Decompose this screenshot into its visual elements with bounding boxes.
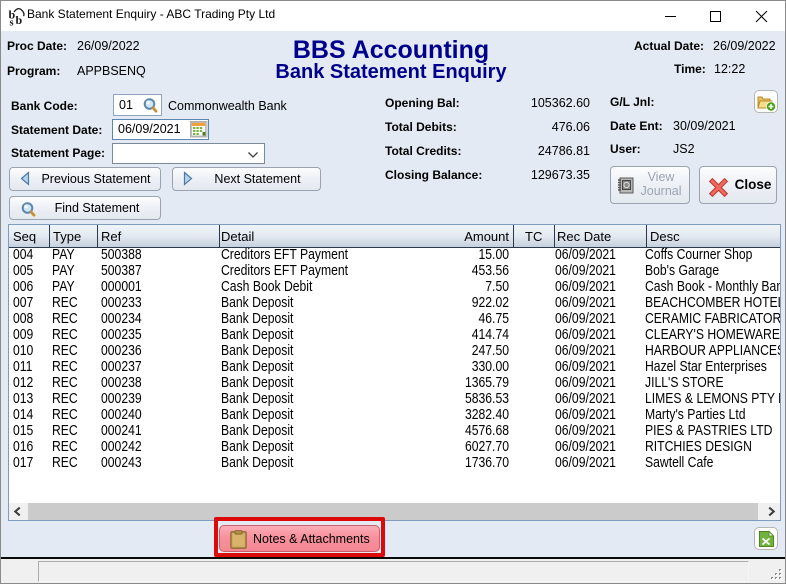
svg-text:b: b [16, 13, 23, 26]
svg-text:s: s [10, 18, 14, 27]
